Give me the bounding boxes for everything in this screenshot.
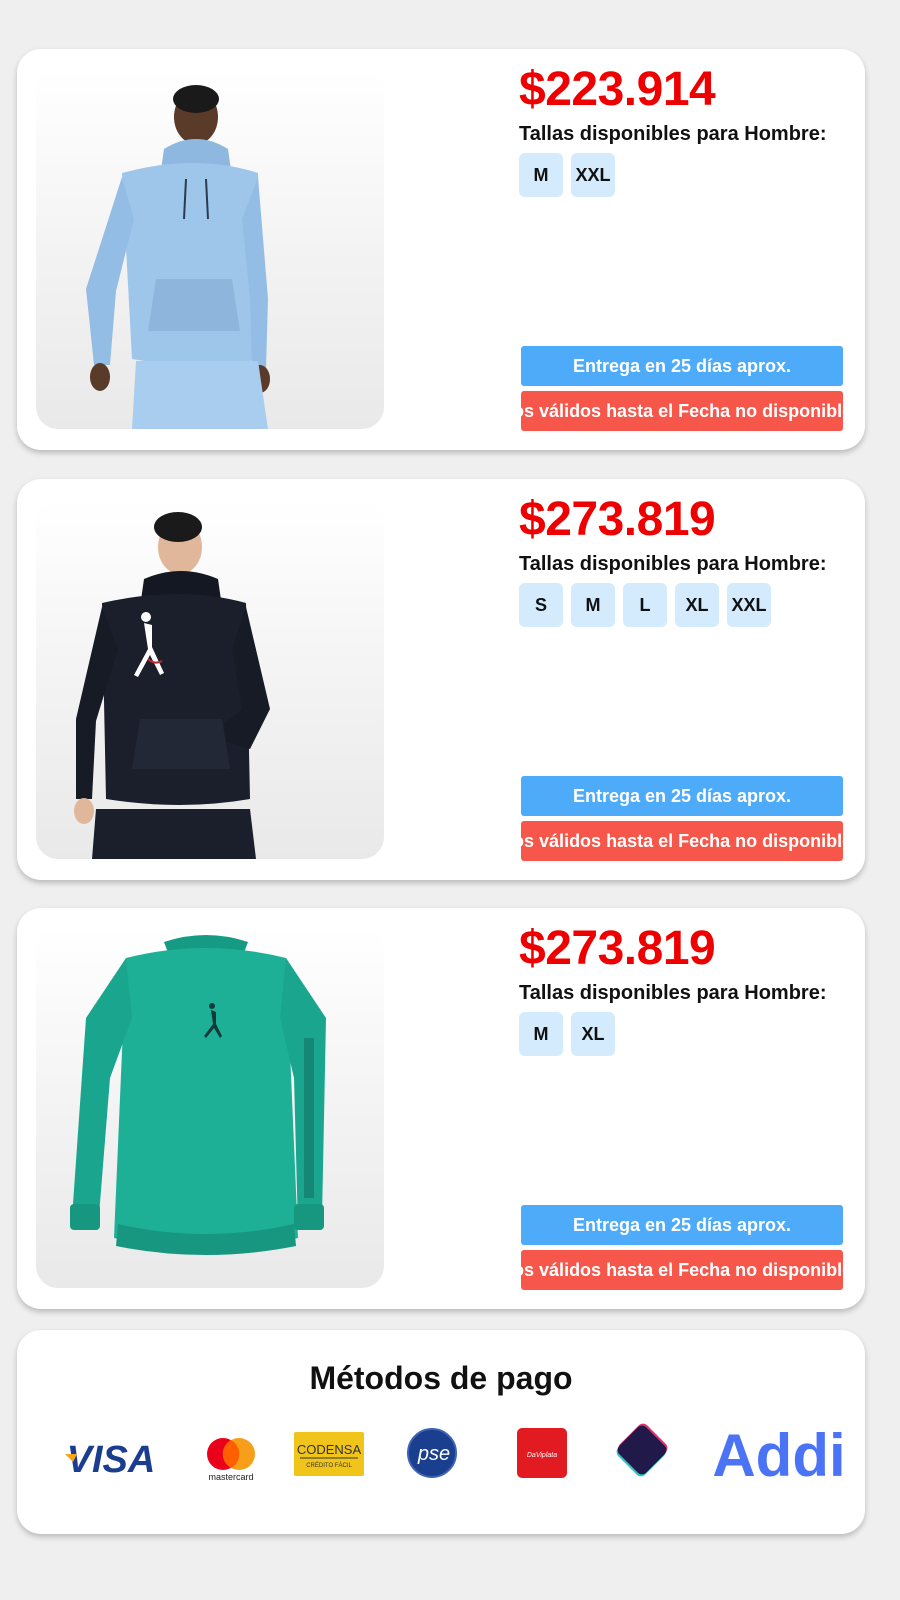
size-option[interactable]: XXL — [727, 583, 771, 627]
price-validity-banner: Precios válidos hasta el Fecha no dispon… — [521, 391, 843, 431]
product-image[interactable] — [36, 928, 384, 1288]
codensa-logo-icon: CODENSA CRÉDITO FÁCIL — [294, 1432, 364, 1481]
payment-methods-card: Métodos de pago VISA mastercard CODENSA … — [17, 1330, 865, 1534]
svg-text:pse: pse — [417, 1443, 450, 1465]
daviplata-logo-icon: DaViplata — [517, 1428, 567, 1483]
sizes-label: Tallas disponibles para Hombre: — [519, 982, 827, 1004]
sizes-label: Tallas disponibles para Hombre: — [519, 123, 827, 145]
price: $273.819 — [519, 493, 716, 546]
addi-logo-icon: Addi — [712, 1422, 845, 1489]
size-option[interactable]: L — [623, 583, 667, 627]
size-option[interactable]: M — [519, 1012, 563, 1056]
size-option[interactable]: XL — [675, 583, 719, 627]
svg-text:CODENSA: CODENSA — [297, 1442, 362, 1457]
size-option[interactable]: M — [571, 583, 615, 627]
hoodie-photo-icon — [74, 512, 270, 859]
product-image[interactable] — [36, 499, 384, 859]
price: $273.819 — [519, 922, 716, 975]
pse-logo-icon: pse — [407, 1428, 457, 1483]
svg-text:mastercard: mastercard — [208, 1472, 253, 1482]
mastercard-logo-icon: mastercard — [203, 1434, 259, 1489]
price-validity-banner: Precios válidos hasta el Fecha no dispon… — [521, 1250, 843, 1290]
product-card: $223.914 Tallas disponibles para Hombre:… — [17, 49, 865, 450]
svg-text:VISA: VISA — [67, 1439, 156, 1478]
size-option[interactable]: S — [519, 583, 563, 627]
shipping-info-button[interactable]: Entrega en 25 días aprox. — [521, 776, 843, 816]
shipping-info-button[interactable]: Entrega en 25 días aprox. — [521, 1205, 843, 1245]
price-validity-text: Precios válidos hasta el Fecha no dispon… — [521, 1260, 843, 1280]
svg-text:Addi: Addi — [713, 1422, 845, 1482]
price-validity-text: Precios válidos hasta el Fecha no dispon… — [521, 401, 843, 421]
hoodie-photo-icon — [86, 85, 270, 429]
product-card: $273.819 Tallas disponibles para Hombre:… — [17, 908, 865, 1309]
price: $223.914 — [519, 63, 716, 116]
size-list: M XL — [519, 1012, 615, 1056]
size-option[interactable]: XXL — [571, 153, 615, 197]
price-validity-banner: Precios válidos hasta el Fecha no dispon… — [521, 821, 843, 861]
price-validity-text: Precios válidos hasta el Fecha no dispon… — [521, 831, 843, 851]
product-card: $273.819 Tallas disponibles para Hombre:… — [17, 479, 865, 880]
size-option[interactable]: M — [519, 153, 563, 197]
svg-text:CRÉDITO FÁCIL: CRÉDITO FÁCIL — [306, 1462, 352, 1469]
sizes-label: Tallas disponibles para Hombre: — [519, 553, 827, 575]
sweatshirt-photo-icon — [70, 935, 326, 1255]
wallet-diamond-logo-icon — [611, 1420, 673, 1487]
product-image[interactable] — [36, 69, 384, 429]
payment-methods-title: Métodos de pago — [309, 1360, 573, 1396]
shipping-info-button[interactable]: Entrega en 25 días aprox. — [521, 346, 843, 386]
size-list: M XXL — [519, 153, 615, 197]
size-option[interactable]: XL — [571, 1012, 615, 1056]
size-list: S M L XL XXL — [519, 583, 771, 627]
visa-logo-icon: VISA — [61, 1438, 161, 1483]
svg-text:DaViplata: DaViplata — [527, 1452, 557, 1459]
